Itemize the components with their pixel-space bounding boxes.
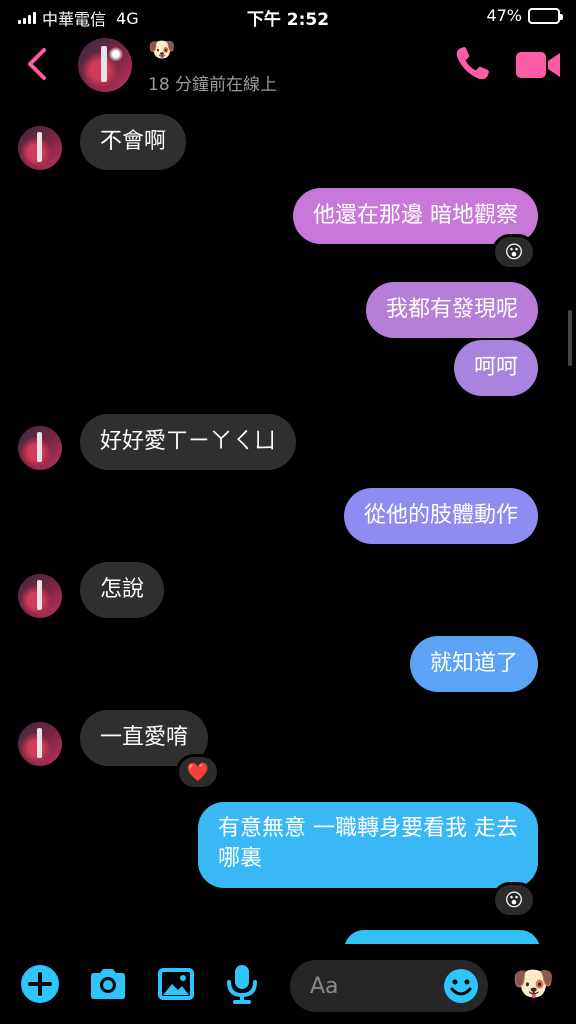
message-outgoing[interactable]: 就知道了: [409, 636, 538, 692]
message-bubble[interactable]: 從他的肢體動作: [343, 488, 538, 544]
message-incoming[interactable]: 好好愛ㄒㄧㄚㄑㄩ: [80, 414, 297, 470]
sender-avatar[interactable]: [18, 722, 62, 766]
message-input[interactable]: [310, 970, 430, 1002]
composer-toolbar: 🐶: [0, 944, 576, 1024]
reaction-badge[interactable]: 😮: [492, 234, 536, 270]
contact-avatar[interactable]: [78, 38, 132, 92]
message-outgoing[interactable]: 呵呵: [453, 340, 538, 396]
message-composer[interactable]: [290, 960, 488, 1012]
scrollbar[interactable]: [568, 310, 572, 366]
phone-call-icon[interactable]: [452, 44, 492, 84]
message-outgoing[interactable]: 我都有發現呢: [365, 282, 538, 338]
message-line: 有意無意 一職轉身要看我 走去: [218, 816, 518, 841]
sender-avatar[interactable]: [18, 126, 62, 170]
message-outgoing[interactable]: 從他的肢體動作: [343, 488, 538, 544]
status-right: 47%: [486, 6, 563, 25]
message-line: 哪裏: [218, 846, 263, 871]
camera-icon[interactable]: [86, 962, 130, 1006]
reaction-badge[interactable]: ❤️: [176, 754, 220, 790]
message-bubble[interactable]: 有意無意 一職轉身要看我 走去 哪裏: [198, 802, 538, 888]
online-status: 18 分鐘前在線上: [148, 75, 278, 95]
plus-icon[interactable]: [18, 962, 62, 1006]
reaction-badge[interactable]: 😮: [492, 882, 536, 918]
message-bubble[interactable]: 我都有發現呢: [365, 282, 538, 338]
microphone-icon[interactable]: [220, 962, 264, 1006]
message-list[interactable]: 不會啊 他還在那邊 暗地觀察 😮 我都有發現呢 呵呵 好好愛ㄒㄧㄚㄑㄩ 從他的肢…: [0, 102, 576, 944]
quick-reaction-dog-icon[interactable]: 🐶: [512, 964, 554, 1004]
message-bubble[interactable]: 不會啊: [80, 114, 187, 170]
message-bubble[interactable]: 好好愛ㄒㄧㄚㄑㄩ: [80, 414, 297, 470]
message-bubble[interactable]: 呵呵: [453, 340, 538, 396]
battery-percent: 47%: [486, 6, 522, 25]
video-call-icon[interactable]: [514, 48, 562, 82]
sender-avatar[interactable]: [18, 426, 62, 470]
message-bubble[interactable]: 就知道了: [409, 636, 538, 692]
status-bar: 中華電信 4G 下午 2:52 47%: [0, 0, 576, 32]
message-incoming[interactable]: 怎說: [80, 562, 165, 618]
photo-gallery-icon[interactable]: [154, 962, 198, 1006]
chat-header: 🐶 18 分鐘前在線上: [0, 32, 576, 102]
message-outgoing[interactable]: 有意無意 一職轉身要看我 走去 哪裏: [198, 802, 538, 888]
back-chevron-icon[interactable]: [22, 46, 54, 82]
message-incoming[interactable]: 不會啊: [80, 114, 187, 170]
battery-icon: [528, 7, 563, 24]
sender-avatar[interactable]: [18, 574, 62, 618]
message-bubble-partial[interactable]: [344, 930, 540, 944]
message-bubble[interactable]: 怎說: [80, 562, 165, 618]
contact-name-emoji[interactable]: 🐶: [148, 38, 175, 63]
emoji-icon[interactable]: [442, 967, 480, 1005]
